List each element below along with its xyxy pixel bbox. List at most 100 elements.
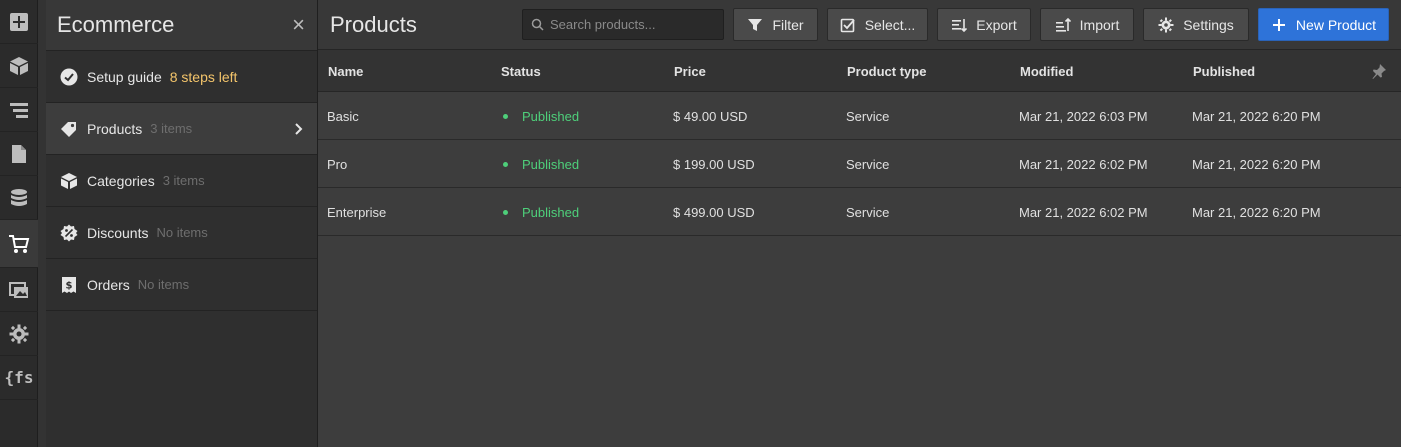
cell-modified: Mar 21, 2022 6:02 PM [1019, 205, 1148, 220]
layers-button[interactable] [0, 88, 38, 132]
fs-icon: {fs [4, 368, 34, 387]
search-icon [531, 18, 544, 31]
status-text: Published [522, 109, 580, 124]
import-icon [1055, 17, 1071, 32]
check-circle-icon [60, 68, 78, 85]
svg-text:$: $ [66, 280, 73, 291]
plus-icon [1272, 18, 1285, 31]
panel-item-label: Orders [87, 276, 130, 293]
cell-published: Mar 21, 2022 6:20 PM [1192, 109, 1321, 124]
app-window: {fs Ecommerce × Setup guide 8 steps left… [0, 0, 1401, 447]
box-icon [61, 172, 77, 189]
table-header: Name Status Price Product type Modified … [318, 50, 1401, 92]
new-product-label: New Product [1295, 16, 1377, 33]
item-count: 3 items [162, 173, 205, 188]
status-text: Published [522, 157, 580, 172]
layers-icon [10, 102, 28, 118]
ecommerce-panel: Ecommerce × Setup guide 8 steps left Pro… [46, 0, 318, 447]
cell-published: Mar 21, 2022 6:20 PM [1192, 157, 1321, 172]
panel-item-label: Discounts [87, 224, 149, 241]
panel-item-setup-guide[interactable]: Setup guide 8 steps left [46, 51, 317, 103]
cell-type: Service [846, 109, 890, 124]
settings-rail-button[interactable] [0, 312, 38, 356]
cell-published: Mar 21, 2022 6:20 PM [1192, 205, 1321, 220]
status-badge: Published [503, 157, 579, 172]
ecommerce-button[interactable] [0, 220, 38, 268]
export-button[interactable]: Export [937, 8, 1031, 41]
new-product-button[interactable]: New Product [1258, 8, 1389, 41]
close-icon[interactable]: × [292, 14, 305, 36]
tag-icon [61, 121, 76, 137]
add-panel-button[interactable] [0, 0, 38, 44]
pin-icon[interactable] [1371, 63, 1387, 79]
gear-icon [9, 324, 29, 343]
assets-icon [9, 281, 28, 298]
cell-price: $ 49.00 USD [673, 109, 748, 124]
panel-item-label: Products [87, 120, 143, 137]
cell-modified: Mar 21, 2022 6:02 PM [1019, 157, 1148, 172]
database-icon [11, 188, 27, 206]
rail-divider [38, 0, 46, 447]
box-icon [10, 56, 28, 75]
status-badge: Published [503, 205, 579, 220]
settings-label: Settings [1183, 16, 1234, 33]
toolbar: Products Filter Select... Export Import [318, 0, 1401, 50]
panel-title: Ecommerce [57, 12, 175, 37]
pages-button[interactable] [0, 132, 38, 176]
table-row[interactable]: Enterprise Published $ 499.00 USD Servic… [318, 188, 1401, 236]
filter-button[interactable]: Filter [733, 8, 818, 41]
search-box[interactable] [522, 9, 724, 40]
assets-button[interactable] [0, 268, 38, 312]
item-count: No items [137, 277, 190, 292]
products-main: Products Filter Select... Export Import [318, 0, 1401, 447]
dollar-receipt-icon: $ [62, 276, 76, 293]
column-header-status[interactable]: Status [501, 64, 541, 79]
cms-button[interactable] [0, 176, 38, 220]
item-count: 3 items [150, 121, 193, 136]
panel-item-categories[interactable]: Categories 3 items [46, 155, 317, 207]
search-input[interactable] [550, 17, 720, 32]
cell-price: $ 199.00 USD [673, 157, 755, 172]
cell-price: $ 499.00 USD [673, 205, 755, 220]
navigator-button[interactable] [0, 44, 38, 88]
chevron-right-icon [295, 122, 303, 135]
panel-header: Ecommerce × [46, 0, 317, 51]
panel-item-products[interactable]: Products 3 items [46, 103, 317, 155]
status-text: Published [522, 205, 580, 220]
cell-name: Pro [327, 157, 348, 172]
column-header-published[interactable]: Published [1193, 64, 1255, 79]
page-title: Products [330, 12, 417, 37]
panel-item-label: Categories [87, 172, 155, 189]
item-count: No items [156, 225, 208, 240]
cell-name: Basic [327, 109, 359, 124]
export-icon [952, 18, 968, 32]
icon-rail: {fs [0, 0, 38, 447]
cart-icon [9, 234, 30, 253]
status-badge: Published [503, 109, 579, 124]
column-header-price[interactable]: Price [674, 64, 706, 79]
select-label: Select... [864, 16, 916, 33]
settings-button[interactable]: Settings [1143, 8, 1249, 41]
steps-left-badge: 8 steps left [169, 68, 238, 85]
discount-icon [60, 224, 78, 241]
column-header-name[interactable]: Name [328, 64, 363, 79]
panel-item-discounts[interactable]: Discounts No items [46, 207, 317, 259]
panel-item-orders[interactable]: $ Orders No items [46, 259, 317, 311]
import-label: Import [1079, 16, 1120, 33]
gear-icon [1158, 17, 1174, 32]
filter-label: Filter [772, 16, 804, 33]
column-header-modified[interactable]: Modified [1020, 64, 1073, 79]
import-button[interactable]: Import [1040, 8, 1134, 41]
select-button[interactable]: Select... [827, 8, 928, 41]
column-header-product-type[interactable]: Product type [847, 64, 926, 79]
table-row[interactable]: Pro Published $ 199.00 USD Service Mar 2… [318, 140, 1401, 188]
cell-type: Service [846, 157, 890, 172]
panel-item-label: Setup guide [87, 68, 162, 85]
page-icon [12, 144, 26, 163]
filter-icon [748, 18, 763, 31]
cell-modified: Mar 21, 2022 6:03 PM [1019, 109, 1148, 124]
finsweet-button[interactable]: {fs [0, 356, 38, 400]
cell-name: Enterprise [327, 205, 387, 220]
table-row[interactable]: Basic Published $ 49.00 USD Service Mar … [318, 92, 1401, 140]
export-label: Export [976, 16, 1017, 33]
